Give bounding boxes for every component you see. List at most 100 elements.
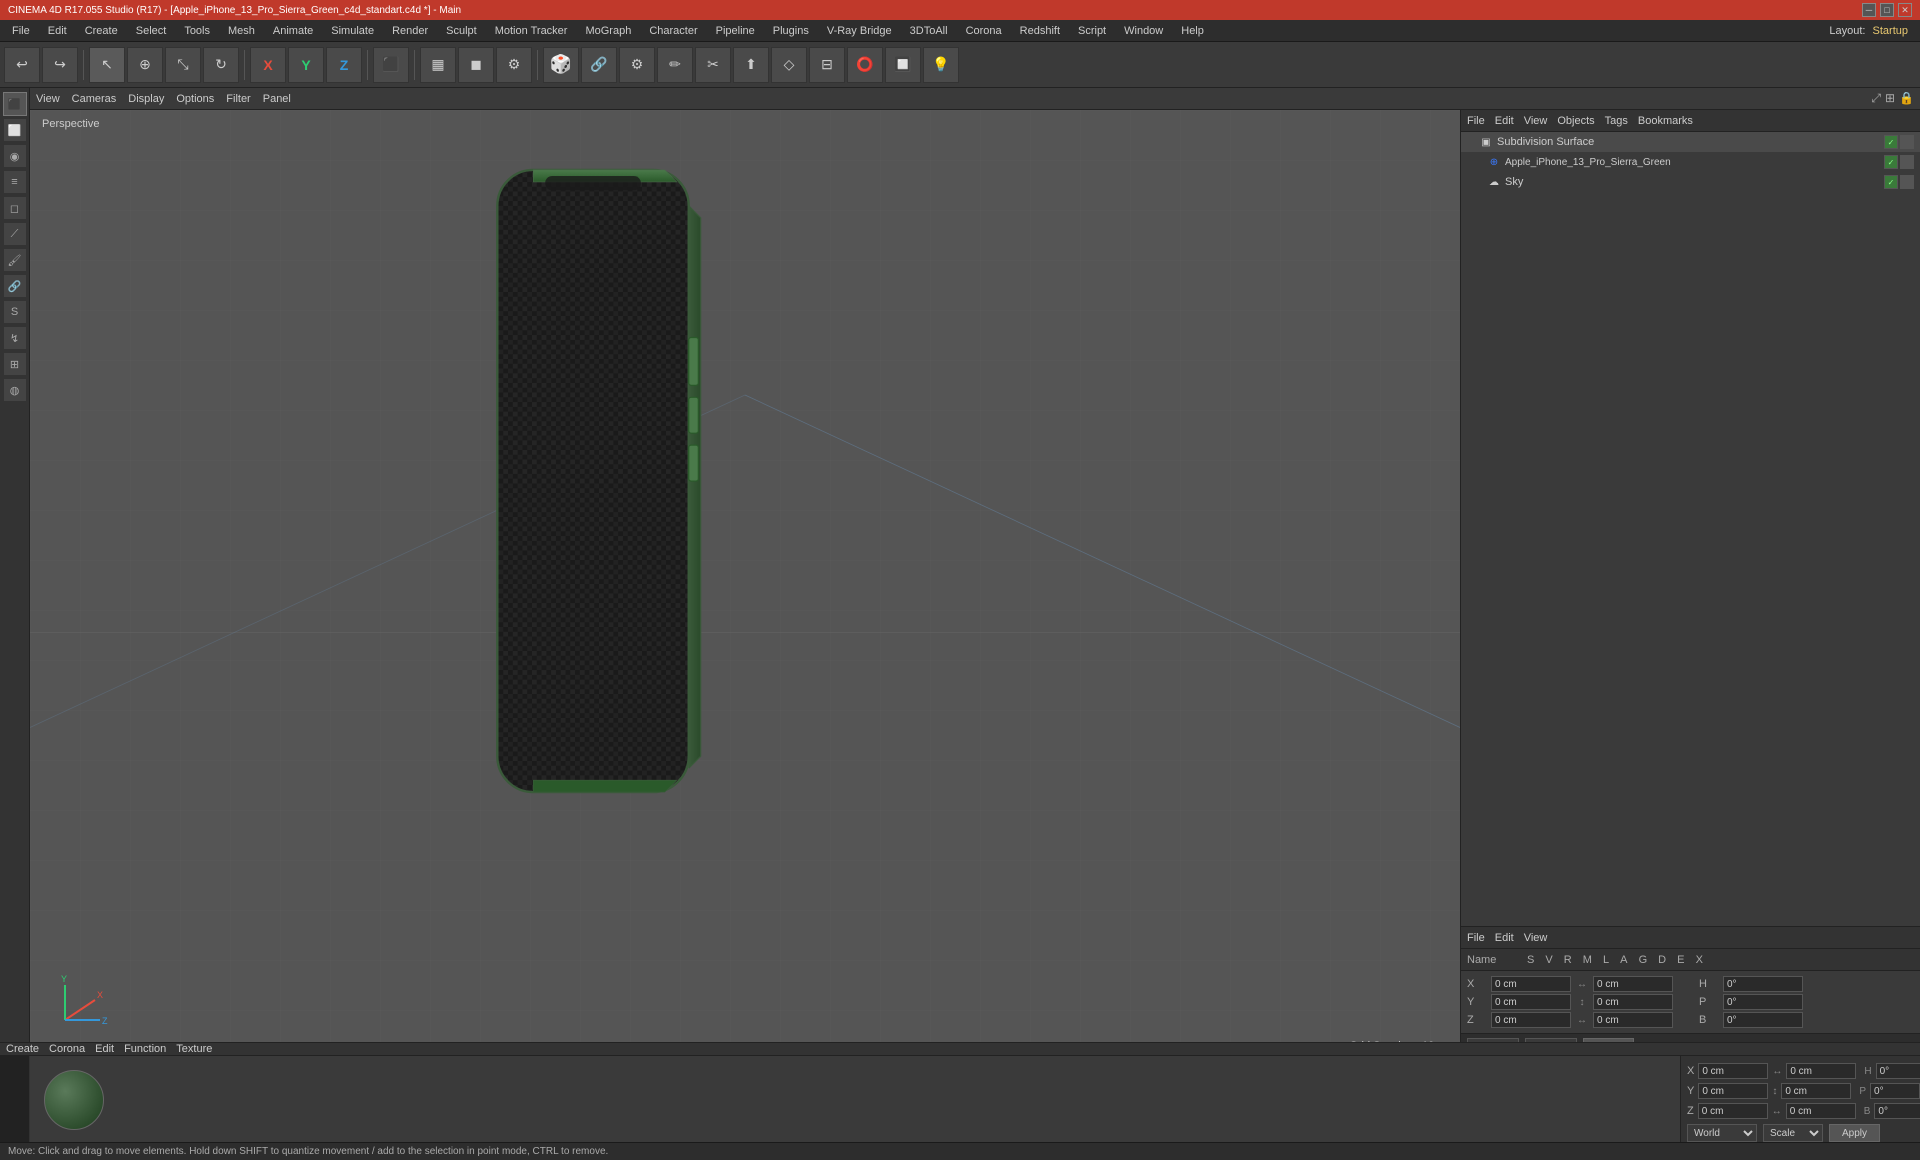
menu-vray[interactable]: V-Ray Bridge bbox=[819, 23, 900, 39]
select-tool[interactable]: ↖ bbox=[89, 47, 125, 83]
menu-render[interactable]: Render bbox=[384, 23, 436, 39]
tool-magnet[interactable]: 🔗 bbox=[3, 274, 27, 298]
render-active-btn[interactable]: ◼ bbox=[458, 47, 494, 83]
y-axis-btn[interactable]: Y bbox=[288, 47, 324, 83]
subdivision-visible-btn[interactable]: ✓ bbox=[1884, 135, 1898, 149]
rotate-tool[interactable]: ↻ bbox=[203, 47, 239, 83]
tab-function[interactable]: Function bbox=[124, 1043, 166, 1055]
sky-render-btn[interactable] bbox=[1900, 175, 1914, 189]
tool-paint[interactable]: 🖌 bbox=[3, 248, 27, 272]
menu-corona[interactable]: Corona bbox=[958, 23, 1010, 39]
object-properties-btn[interactable]: 💡 bbox=[923, 47, 959, 83]
scale-dropdown[interactable]: Scale bbox=[1763, 1124, 1823, 1142]
layout-value[interactable]: Startup bbox=[1873, 25, 1908, 37]
tab-texture[interactable]: Texture bbox=[176, 1043, 212, 1055]
menu-simulate[interactable]: Simulate bbox=[323, 23, 382, 39]
z-size-input[interactable] bbox=[1786, 1103, 1856, 1119]
render-region-btn[interactable]: ▦ bbox=[420, 47, 456, 83]
obj-objects-menu[interactable]: Objects bbox=[1557, 115, 1594, 127]
obj-edit-menu[interactable]: Edit bbox=[1495, 115, 1514, 127]
b-size-input[interactable] bbox=[1723, 1012, 1803, 1028]
menu-plugins[interactable]: Plugins bbox=[765, 23, 817, 39]
menu-sculpt[interactable]: Sculpt bbox=[438, 23, 485, 39]
minimize-button[interactable]: ─ bbox=[1862, 3, 1876, 17]
p-angle-input[interactable] bbox=[1870, 1083, 1920, 1099]
sky-visible-btn[interactable]: ✓ bbox=[1884, 175, 1898, 189]
iphone-visible-btn[interactable]: ✓ bbox=[1884, 155, 1898, 169]
redo-button[interactable]: ↪ bbox=[42, 47, 78, 83]
menu-redshift[interactable]: Redshift bbox=[1012, 23, 1068, 39]
menu-help[interactable]: Help bbox=[1173, 23, 1212, 39]
tool-shape[interactable]: ◻ bbox=[3, 196, 27, 220]
h-size-input[interactable] bbox=[1723, 976, 1803, 992]
knife-btn[interactable]: ✂ bbox=[695, 47, 731, 83]
boole-btn[interactable]: ⭕ bbox=[847, 47, 883, 83]
menu-window[interactable]: Window bbox=[1116, 23, 1171, 39]
menu-motion-tracker[interactable]: Motion Tracker bbox=[487, 23, 576, 39]
z-position-input[interactable] bbox=[1698, 1103, 1768, 1119]
tab-create[interactable]: Create bbox=[6, 1043, 39, 1055]
undo-button[interactable]: ↩ bbox=[4, 47, 40, 83]
viewport[interactable]: Perspective bbox=[30, 110, 1460, 1060]
menu-character[interactable]: Character bbox=[641, 23, 705, 39]
obj-file-menu[interactable]: File bbox=[1467, 115, 1485, 127]
z-axis-btn[interactable]: Z bbox=[326, 47, 362, 83]
y-rot-input[interactable] bbox=[1593, 994, 1673, 1010]
menu-mograph[interactable]: MoGraph bbox=[577, 23, 639, 39]
menu-3dtoall[interactable]: 3DToAll bbox=[902, 23, 956, 39]
attr-view-menu[interactable]: View bbox=[1524, 932, 1548, 944]
snap-settings-btn[interactable]: ⚙ bbox=[619, 47, 655, 83]
tab-corona[interactable]: Corona bbox=[49, 1043, 85, 1055]
vp-display-menu[interactable]: Display bbox=[128, 93, 164, 105]
menu-mesh[interactable]: Mesh bbox=[220, 23, 263, 39]
b-angle-input[interactable] bbox=[1874, 1103, 1920, 1119]
vp-view-menu[interactable]: View bbox=[36, 93, 60, 105]
view-cube-btn[interactable]: 🎲 bbox=[543, 47, 579, 83]
z-pos-input[interactable] bbox=[1491, 1012, 1571, 1028]
tool-layer[interactable]: ≡ bbox=[3, 170, 27, 194]
vp-filter-menu[interactable]: Filter bbox=[226, 93, 250, 105]
tool-sphere[interactable]: ◍ bbox=[3, 378, 27, 402]
obj-tags-menu[interactable]: Tags bbox=[1605, 115, 1628, 127]
snap-btn[interactable]: 🔗 bbox=[581, 47, 617, 83]
menu-file[interactable]: File bbox=[4, 23, 38, 39]
tool-sculpt[interactable]: S bbox=[3, 300, 27, 324]
vp-expand-icon[interactable]: ⤢ bbox=[1871, 91, 1881, 106]
close-button[interactable]: ✕ bbox=[1898, 3, 1912, 17]
tool-grid[interactable]: ⊞ bbox=[3, 352, 27, 376]
move-tool[interactable]: ⊕ bbox=[127, 47, 163, 83]
material-preview[interactable] bbox=[44, 1070, 104, 1130]
scale-tool[interactable]: ⤡ bbox=[165, 47, 201, 83]
y-size-input[interactable] bbox=[1781, 1083, 1851, 1099]
menu-script[interactable]: Script bbox=[1070, 23, 1114, 39]
vp-fit-icon[interactable]: ⊞ bbox=[1885, 91, 1895, 106]
subdivision-render-btn[interactable] bbox=[1900, 135, 1914, 149]
x-axis-btn[interactable]: X bbox=[250, 47, 286, 83]
polygon-pen-btn[interactable]: ✏ bbox=[657, 47, 693, 83]
object-item-sky[interactable]: ☁ Sky ✓ bbox=[1461, 172, 1920, 192]
object-item-iphone[interactable]: ⊕ Apple_iPhone_13_Pro_Sierra_Green ✓ bbox=[1461, 152, 1920, 172]
menu-select[interactable]: Select bbox=[128, 23, 175, 39]
world-dropdown[interactable]: World bbox=[1687, 1124, 1757, 1142]
object-mode-btn[interactable]: ⬛ bbox=[373, 47, 409, 83]
loop-cut-btn[interactable]: ⊟ bbox=[809, 47, 845, 83]
tool-smooth[interactable]: ◉ bbox=[3, 144, 27, 168]
tool-texture[interactable]: ⬜ bbox=[3, 118, 27, 142]
menu-create[interactable]: Create bbox=[77, 23, 126, 39]
menu-edit[interactable]: Edit bbox=[40, 23, 75, 39]
attr-file-menu[interactable]: File bbox=[1467, 932, 1485, 944]
render-settings-btn[interactable]: ⚙ bbox=[496, 47, 532, 83]
x-rot-input[interactable] bbox=[1593, 976, 1673, 992]
extrude-btn[interactable]: ⬆ bbox=[733, 47, 769, 83]
window-controls[interactable]: ─ □ ✕ bbox=[1862, 3, 1912, 17]
vp-panel-menu[interactable]: Panel bbox=[263, 93, 291, 105]
p-size-input[interactable] bbox=[1723, 994, 1803, 1010]
menu-pipeline[interactable]: Pipeline bbox=[708, 23, 763, 39]
bevel-btn[interactable]: ◇ bbox=[771, 47, 807, 83]
h-angle-input[interactable] bbox=[1876, 1063, 1920, 1079]
subdivide-btn[interactable]: 🔲 bbox=[885, 47, 921, 83]
y-pos-input[interactable] bbox=[1491, 994, 1571, 1010]
menu-tools[interactable]: Tools bbox=[176, 23, 218, 39]
obj-view-menu[interactable]: View bbox=[1524, 115, 1548, 127]
y-position-input[interactable] bbox=[1698, 1083, 1768, 1099]
